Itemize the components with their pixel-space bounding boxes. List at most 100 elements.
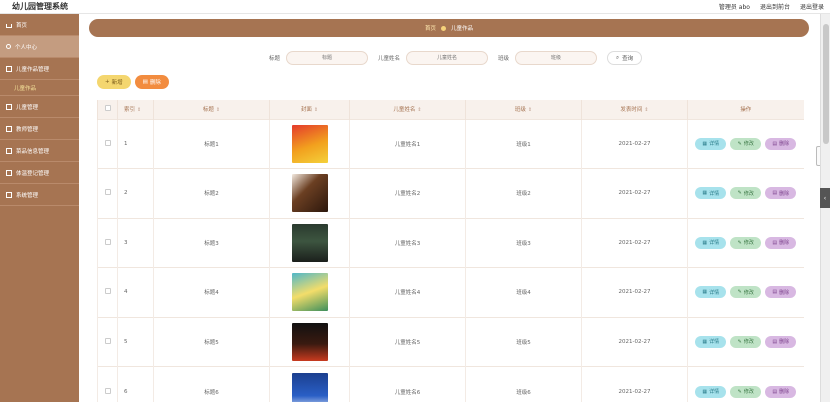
front-link[interactable]: 退出到前台 [760, 2, 790, 11]
edit-icon: ✎ [737, 190, 742, 197]
sidebar-item-teachers[interactable]: 教师管理 [0, 118, 79, 140]
class-cell: 班级1 [465, 118, 582, 169]
row-checkbox[interactable] [104, 288, 111, 295]
cover-cell [269, 267, 350, 317]
row-select-cell[interactable] [97, 217, 118, 268]
cover-cell [269, 118, 350, 169]
sidebar-subitem-works[interactable]: 儿童作品 [0, 80, 79, 96]
header-links: 管理员 abo 退出到前台 退出登录 [719, 2, 824, 11]
search-button[interactable]: ⌕ 查询 [607, 51, 643, 65]
row-select-cell[interactable] [97, 168, 118, 218]
add-button[interactable]: + 新增 [97, 75, 131, 89]
breadcrumb: 首页 儿童作品 [89, 19, 809, 37]
grid-icon [6, 191, 12, 198]
col-child-name[interactable]: 儿童姓名 ⇕ [349, 100, 466, 119]
select-all-cell[interactable] [97, 100, 118, 119]
edit-button[interactable]: ✎ 修改 [730, 335, 762, 348]
detail-button[interactable]: ▦ 详情 [695, 286, 727, 299]
works-table: 索引 ⇕ 标题 ⇕ 封面 ⇕ 儿童姓名 ⇕ 班级 ⇕ 发表时间 ⇕ 操作 1 标题1 儿童姓… [97, 100, 804, 402]
user-label: 管理员 abo [718, 4, 750, 11]
delete-button[interactable]: ▤ 删除 [765, 286, 797, 299]
delete-button[interactable]: ▤ 删除 [765, 335, 797, 348]
col-date[interactable]: 发表时间 ⇕ [581, 100, 688, 119]
index-cell: 6 [117, 366, 154, 402]
table-row: 1 标题1 儿童姓名1 班级1 2021-02-27 ▦ 详情 ✎ 修改 ▤ 删除 [97, 118, 804, 169]
index-cell: 2 [117, 168, 154, 218]
sort-icon[interactable]: ⇕ [137, 107, 141, 113]
logout-link[interactable]: 退出登录 [800, 2, 824, 11]
edit-icon: ✎ [737, 239, 742, 246]
sort-icon[interactable]: ⇕ [417, 107, 421, 113]
sidebar-item-profile[interactable]: 个人中心 [0, 36, 79, 58]
sidebar-item-menu[interactable]: 菜品信息管理 [0, 140, 79, 162]
sidebar-item-children[interactable]: 儿童管理 [0, 96, 79, 118]
row-checkbox[interactable] [104, 139, 111, 146]
child-name-cell: 儿童姓名2 [349, 168, 466, 218]
edit-button[interactable]: ✎ 修改 [730, 236, 762, 249]
detail-button[interactable]: ▦ 详情 [695, 187, 727, 200]
detail-icon: ▦ [702, 338, 708, 345]
table-header-row: 索引 ⇕ 标题 ⇕ 封面 ⇕ 儿童姓名 ⇕ 班级 ⇕ 发表时间 ⇕ 操作 [97, 100, 804, 119]
row-select-cell[interactable] [97, 267, 118, 317]
class-input[interactable] [515, 51, 598, 65]
select-all-checkbox[interactable] [104, 105, 111, 112]
index-cell: 4 [117, 267, 154, 317]
title-input[interactable] [286, 51, 369, 65]
detail-icon: ▦ [702, 190, 708, 197]
col-class[interactable]: 班级 ⇕ [465, 100, 582, 119]
date-cell: 2021-02-27 [581, 267, 688, 317]
row-select-cell[interactable] [97, 366, 118, 402]
breadcrumb-current: 儿童作品 [451, 26, 474, 32]
plus-icon: + [105, 79, 110, 85]
trash-icon: ▤ [772, 388, 778, 395]
sidebar-item-temperature[interactable]: 体温登记管理 [0, 162, 79, 184]
date-cell: 2021-02-27 [581, 217, 688, 268]
detail-button[interactable]: ▦ 详情 [695, 335, 727, 348]
detail-button[interactable]: ▦ 详情 [695, 385, 727, 398]
cover-image [291, 322, 328, 361]
row-select-cell[interactable] [97, 118, 118, 169]
title-cell: 标题4 [153, 267, 270, 317]
sort-icon[interactable]: ⇕ [528, 107, 532, 113]
row-checkbox[interactable] [104, 387, 111, 394]
batch-delete-button[interactable]: ▤ 删除 [134, 75, 169, 89]
scrollbar-thumb[interactable] [823, 24, 829, 144]
delete-button[interactable]: ▤ 删除 [765, 236, 797, 249]
scrollbar[interactable] [820, 14, 830, 402]
col-index[interactable]: 索引 ⇕ [117, 100, 154, 119]
edit-button[interactable]: ✎ 修改 [730, 286, 762, 299]
row-select-cell[interactable] [97, 316, 118, 367]
actions-cell: ▦ 详情 ✎ 修改 ▤ 删除 [687, 267, 804, 317]
edit-button[interactable]: ✎ 修改 [730, 137, 762, 150]
sidebar-item-home[interactable]: 首页 [0, 14, 79, 36]
row-checkbox[interactable] [104, 189, 111, 196]
sidebar-item-system[interactable]: 系统管理 [0, 184, 79, 206]
row-checkbox[interactable] [104, 337, 111, 344]
sort-icon[interactable]: ⇕ [644, 107, 648, 113]
child-name-input[interactable] [406, 51, 489, 65]
detail-button[interactable]: ▦ 详情 [695, 236, 727, 249]
delete-button[interactable]: ▤ 删除 [765, 187, 797, 200]
date-cell: 2021-02-27 [581, 118, 688, 169]
col-cover[interactable]: 封面 ⇕ [269, 100, 350, 119]
row-checkbox[interactable] [104, 238, 111, 245]
edit-button[interactable]: ✎ 修改 [730, 187, 762, 200]
date-cell: 2021-02-27 [581, 366, 688, 402]
trash-icon: ▤ [772, 239, 778, 246]
title-cell: 标题2 [153, 168, 270, 218]
detail-button[interactable]: ▦ 详情 [695, 137, 727, 150]
title-cell: 标题3 [153, 217, 270, 268]
sidebar-item-works-mgmt[interactable]: 儿童作品管理 [0, 58, 79, 80]
sort-icon[interactable]: ⇕ [216, 107, 220, 113]
class-cell: 班级3 [465, 217, 582, 268]
col-title[interactable]: 标题 ⇕ [153, 100, 270, 119]
delete-button[interactable]: ▤ 删除 [765, 385, 797, 398]
sort-icon[interactable]: ⇕ [314, 107, 318, 113]
grid-icon [6, 65, 12, 72]
grid-icon [6, 147, 12, 154]
breadcrumb-home[interactable]: 首页 [425, 24, 436, 32]
delete-button[interactable]: ▤ 删除 [765, 137, 797, 150]
collapse-panel-button[interactable]: ‹ [820, 188, 830, 208]
edit-button[interactable]: ✎ 修改 [730, 385, 762, 398]
child-name-cell: 儿童姓名6 [349, 366, 466, 402]
